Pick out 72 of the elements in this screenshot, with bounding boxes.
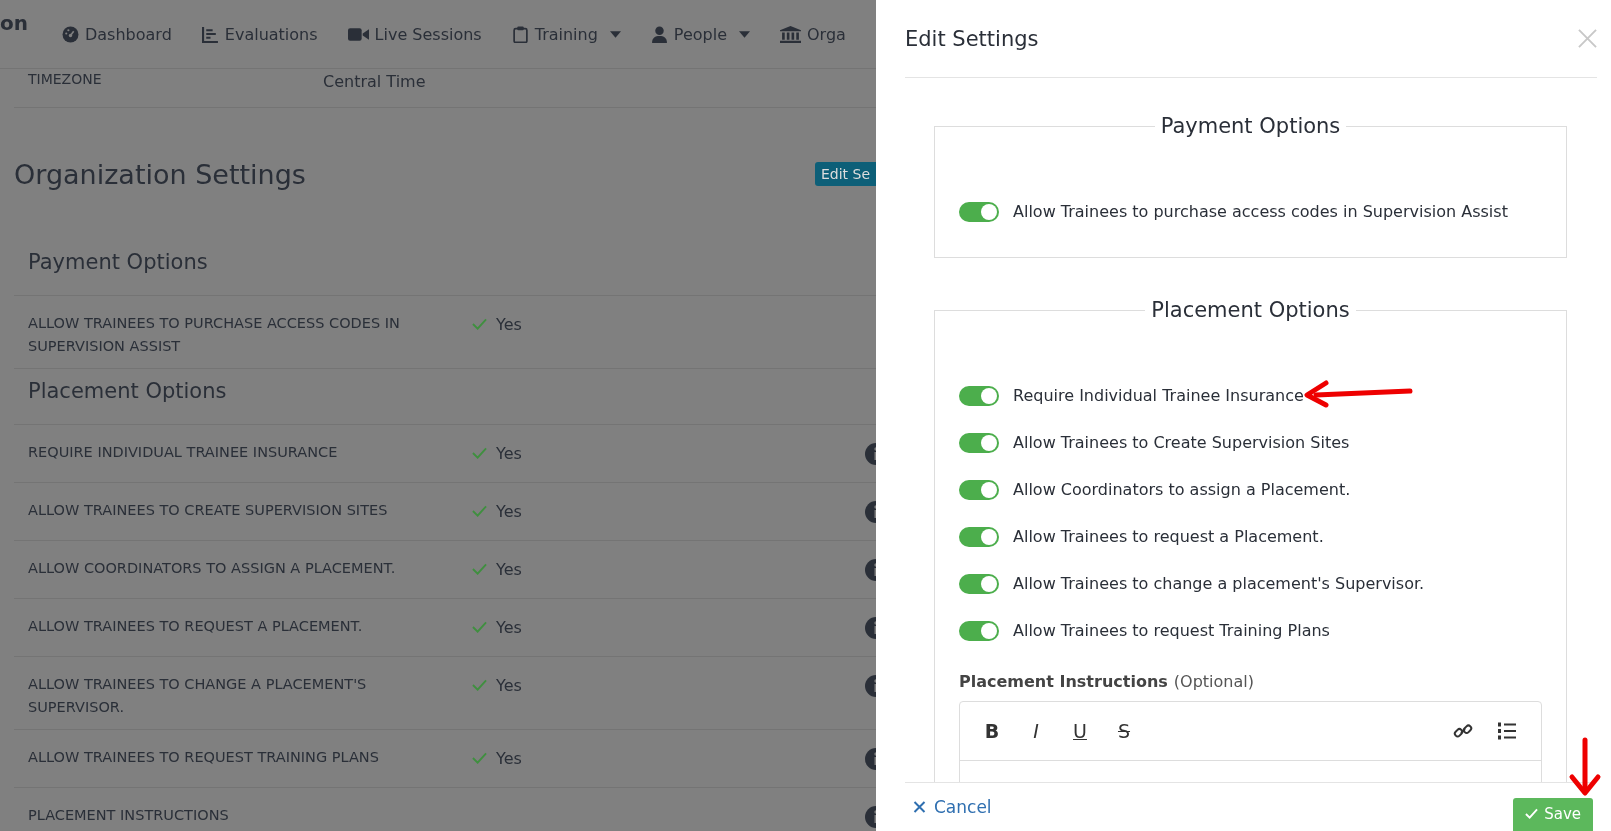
setting-value: Yes xyxy=(496,314,522,334)
section-heading: Payment Options xyxy=(14,240,876,296)
section-heading: Placement Options xyxy=(14,369,876,425)
toggle-switch[interactable] xyxy=(959,573,999,594)
check-icon xyxy=(472,621,487,633)
nav-link[interactable]: Orga xyxy=(780,24,846,44)
edit-settings-button[interactable]: Edit Se xyxy=(814,162,876,186)
toggle-label: Allow Trainees to change a placement's Supervisor. xyxy=(1013,574,1425,593)
toggle-label: Allow Coordinators to assign a Placement. xyxy=(1013,480,1351,499)
check-icon xyxy=(472,752,487,764)
toggle-switch[interactable] xyxy=(959,526,999,547)
toggle-label: Allow Trainees to request Training Plans xyxy=(1013,621,1330,640)
check-icon xyxy=(472,447,487,459)
field-label: Placement Instructions xyxy=(959,672,1168,691)
toggle-label: Require Individual Trainee Insurance xyxy=(1013,386,1304,405)
nav-link[interactable]: Live Sessions xyxy=(347,24,482,44)
check-icon[interactable] xyxy=(1525,808,1539,820)
format-button[interactable]: I xyxy=(1026,720,1046,742)
setting-label: TIMEZONE xyxy=(28,70,103,89)
close-icon[interactable] xyxy=(913,801,926,813)
numbered-list-icon[interactable] xyxy=(1497,721,1517,741)
setting-label: ALLOW TRAINEES TO CHANGE A PLACEMENT'S SUPERVISOR. xyxy=(28,675,368,717)
nav-link[interactable]: Evaluations xyxy=(201,24,318,44)
caret-icon[interactable] xyxy=(609,30,621,38)
gauge-icon[interactable] xyxy=(62,25,79,43)
setting-label: ALLOW TRAINEES TO PURCHASE ACCESS CODES IN SUPERVISION ASSIST xyxy=(28,314,401,356)
toggle-label: Allow Trainees to request a Placement. xyxy=(1013,527,1324,546)
toggle-switch[interactable] xyxy=(959,479,999,500)
format-button[interactable]: U xyxy=(1070,720,1090,742)
nav-link[interactable]: Dashboard xyxy=(62,24,172,44)
setting-label: ALLOW TRAINEES TO REQUEST A PLACEMENT. xyxy=(28,617,364,636)
nav-link[interactable]: People xyxy=(650,24,750,44)
drawer-title: Edit Settings xyxy=(905,26,1039,51)
caret-icon[interactable] xyxy=(739,30,750,38)
toggle-switch[interactable] xyxy=(959,385,999,406)
check-icon xyxy=(472,679,487,691)
check-icon xyxy=(472,505,487,517)
format-button[interactable]: S xyxy=(1114,720,1134,742)
toggle-label: Allow Trainees to purchase access codes in Supervision Assist xyxy=(1013,202,1508,221)
setting-value: Yes xyxy=(496,617,522,637)
save-button[interactable]: Save xyxy=(1513,798,1593,831)
bank-icon[interactable] xyxy=(780,25,801,43)
page-title: Organization Settings xyxy=(14,158,306,190)
link-icon[interactable] xyxy=(1453,721,1473,741)
check-icon xyxy=(472,318,487,330)
setting-value: Yes xyxy=(496,675,522,695)
group-legend: Payment Options xyxy=(1154,114,1347,138)
toggle-label: Allow Trainees to Create Supervision Sites xyxy=(1013,433,1350,452)
chart-icon[interactable] xyxy=(201,25,219,43)
setting-label: ALLOW TRAINEES TO CREATE SUPERVISION SITES xyxy=(28,501,389,520)
check-icon xyxy=(472,563,487,575)
setting-value: Yes xyxy=(496,748,522,768)
toggle-switch[interactable] xyxy=(959,201,999,222)
person-icon[interactable] xyxy=(650,25,668,43)
setting-label: PLACEMENT INSTRUCTIONS xyxy=(28,806,230,825)
setting-value: Yes xyxy=(496,443,522,463)
setting-value: Central Time xyxy=(323,71,426,93)
nav-link[interactable]: Training xyxy=(511,24,621,44)
clipboard-icon[interactable] xyxy=(511,25,529,43)
video-camera-icon[interactable] xyxy=(347,25,369,43)
setting-value: Yes xyxy=(496,559,522,579)
format-button[interactable]: B xyxy=(982,720,1002,742)
setting-label: ALLOW COORDINATORS TO ASSIGN A PLACEMENT. xyxy=(28,559,397,578)
field-hint: (Optional) xyxy=(1173,672,1254,691)
setting-value: Yes xyxy=(496,501,522,521)
setting-label: REQUIRE INDIVIDUAL TRAINEE INSURANCE xyxy=(28,443,339,462)
cancel-link[interactable]: Cancel xyxy=(913,797,992,817)
toggle-switch[interactable] xyxy=(959,620,999,641)
toggle-switch[interactable] xyxy=(959,432,999,453)
brand-logo-text[interactable]: on xyxy=(0,11,28,35)
group-legend: Placement Options xyxy=(1145,298,1356,322)
setting-label: ALLOW TRAINEES TO REQUEST TRAINING PLANS xyxy=(28,748,380,767)
